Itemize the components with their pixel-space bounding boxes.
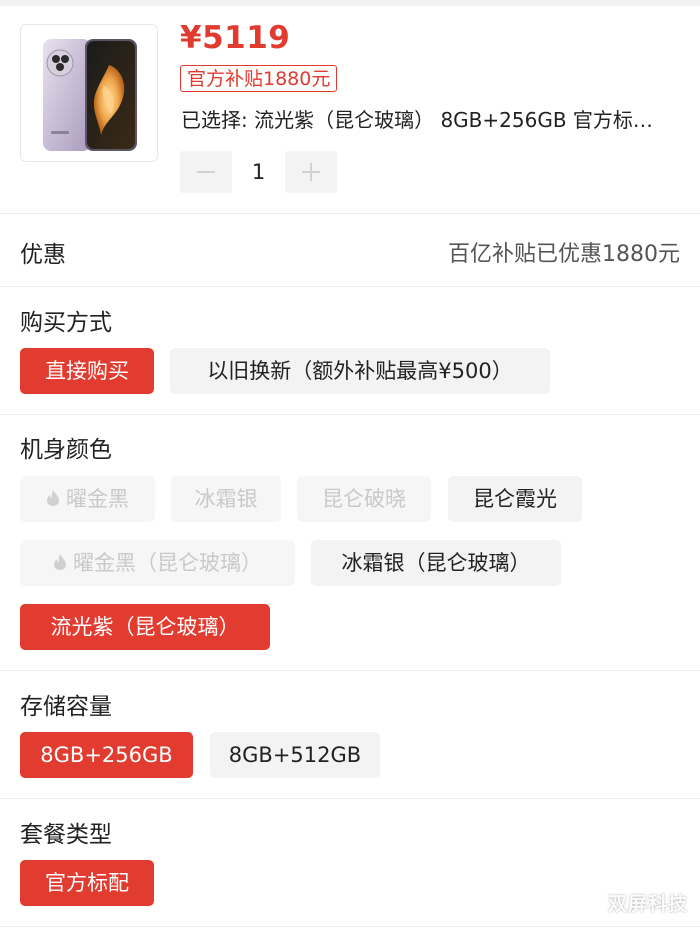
discount-title: 优惠 <box>20 242 66 268</box>
color-option-flow-purple-glass[interactable]: 流光紫（昆仑玻璃） <box>20 604 270 650</box>
color-option-label: 曜金黑（昆仑玻璃） <box>73 551 262 575</box>
purchase-method-title: 购买方式 <box>20 310 112 336</box>
flame-icon <box>47 490 59 506</box>
quantity-minus-button[interactable] <box>180 151 232 193</box>
discount-value[interactable]: 百亿补贴已优惠1880元 <box>448 236 680 268</box>
storage-option-256[interactable]: 8GB+256GB <box>20 732 193 778</box>
color-option-frost-silver[interactable]: 冰霜银 <box>171 476 281 522</box>
divider <box>0 798 700 799</box>
color-option-kunlun-glow[interactable]: 昆仑霞光 <box>448 476 582 522</box>
minus-icon <box>197 171 215 173</box>
product-image[interactable] <box>20 24 158 162</box>
color-option-yaojin-black-glass[interactable]: 曜金黑（昆仑玻璃） <box>20 540 295 586</box>
subsidy-tag: 官方补贴1880元 <box>180 65 338 92</box>
option-direct-buy[interactable]: 直接购买 <box>20 348 154 394</box>
phone-product-icon <box>43 39 137 151</box>
divider <box>0 213 700 214</box>
divider <box>0 286 700 287</box>
divider <box>0 670 700 671</box>
divider <box>0 926 700 927</box>
color-option-yaojin-black[interactable]: 曜金黑 <box>20 476 155 522</box>
package-option-official[interactable]: 官方标配 <box>20 860 154 906</box>
option-trade-in[interactable]: 以旧换新（额外补贴最高¥500） <box>170 348 550 394</box>
selected-summary: 已选择: 流光紫（昆仑玻璃） 8GB+256GB 官方标… <box>181 108 653 132</box>
divider <box>0 414 700 415</box>
color-option-frost-silver-glass[interactable]: 冰霜银（昆仑玻璃） <box>311 540 561 586</box>
flame-icon <box>54 554 66 570</box>
color-option-kunlun-dawn[interactable]: 昆仑破晓 <box>297 476 431 522</box>
price: ¥5119 <box>180 20 291 56</box>
color-title: 机身颜色 <box>20 437 112 463</box>
watermark: 双屏科技 <box>607 893 688 915</box>
color-option-label: 曜金黑 <box>66 487 129 511</box>
top-strip <box>0 0 700 6</box>
quantity-plus-button[interactable] <box>285 151 337 193</box>
storage-option-512[interactable]: 8GB+512GB <box>210 732 380 778</box>
quantity-value[interactable]: 1 <box>232 151 285 193</box>
storage-title: 存储容量 <box>20 694 112 720</box>
package-title: 套餐类型 <box>20 822 112 848</box>
